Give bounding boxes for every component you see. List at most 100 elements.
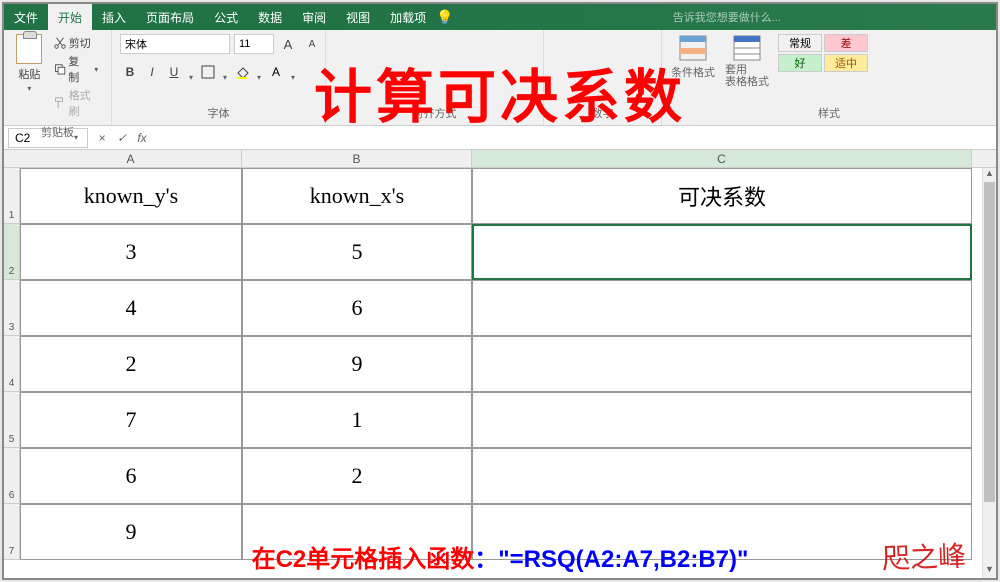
cell-C1[interactable]: 可决系数 [472, 168, 972, 224]
paste-button[interactable]: 粘贴 ▾ [12, 34, 47, 93]
table-icon [732, 34, 762, 62]
borders-button[interactable] [198, 62, 218, 82]
cell-B4[interactable]: 9 [242, 336, 472, 392]
group-alignment: 对齐方式 [326, 30, 544, 125]
group-alignment-label: 对齐方式 [334, 101, 535, 125]
table-fmt-label: 套用 表格格式 [725, 64, 769, 88]
cell-B3[interactable]: 6 [242, 280, 472, 336]
chevron-down-icon[interactable]: ▾ [254, 62, 264, 82]
cell-B2[interactable]: 5 [242, 224, 472, 280]
tab-file[interactable]: 文件 [4, 4, 48, 30]
cell-A1[interactable]: known_y's [20, 168, 242, 224]
format-painter-button[interactable]: 格式刷 [51, 86, 103, 120]
cell-B5[interactable]: 1 [242, 392, 472, 448]
cell-A3[interactable]: 4 [20, 280, 242, 336]
enter-formula-button[interactable]: ✓ [112, 131, 132, 145]
group-clipboard: 粘贴 ▾ 剪切 复制▾ 格式刷 [4, 30, 112, 125]
group-clipboard-label: 剪贴板 [12, 120, 103, 144]
row-header[interactable]: 3 [4, 280, 20, 336]
cut-button[interactable]: 剪切 [51, 34, 103, 52]
format-as-table-button[interactable]: 套用 表格格式 [724, 34, 770, 88]
font-name-select[interactable] [120, 34, 230, 54]
cell-A4[interactable]: 2 [20, 336, 242, 392]
formula-input[interactable] [152, 128, 996, 148]
group-styles: 条件格式 套用 表格格式 常规 差 好 适中 样式 [662, 30, 996, 125]
column-header-A[interactable]: A [20, 150, 242, 167]
cell-style-bad[interactable]: 差 [824, 34, 868, 52]
font-size-select[interactable] [234, 34, 274, 54]
tab-formulas[interactable]: 公式 [204, 4, 248, 30]
paintbrush-icon [53, 96, 67, 110]
tab-addins[interactable]: 加载项 [380, 4, 436, 30]
ribbon: 计算可决系数 粘贴 ▾ 剪切 复制▾ [4, 30, 996, 126]
cell-C3[interactable] [472, 280, 972, 336]
scrollbar-thumb[interactable] [984, 182, 995, 502]
formula-bar-row: C2 ▾ × ✓ fx [4, 126, 996, 150]
chevron-down-icon[interactable]: ▾ [288, 62, 298, 82]
copy-icon [53, 62, 66, 76]
cell-C5[interactable] [472, 392, 972, 448]
chevron-down-icon: ▾ [24, 84, 34, 93]
copy-button[interactable]: 复制▾ [51, 52, 103, 86]
chevron-down-icon[interactable]: ▾ [220, 62, 230, 82]
chevron-down-icon[interactable]: ▾ [186, 62, 196, 82]
row-header[interactable]: 6 [4, 448, 20, 504]
tell-me-lightbulb-icon: 💡 [436, 9, 453, 26]
tab-data[interactable]: 数据 [248, 4, 292, 30]
cell-B6[interactable]: 2 [242, 448, 472, 504]
tab-review[interactable]: 审阅 [292, 4, 336, 30]
group-font: A A B I U ▾ ▾ ▾ A ▾ 字体 [112, 30, 326, 125]
scroll-up-arrow[interactable]: ▲ [983, 168, 996, 182]
cell-A5[interactable]: 7 [20, 392, 242, 448]
copy-label: 复制 [68, 53, 89, 85]
tab-home[interactable]: 开始 [48, 4, 92, 30]
group-number-label: 数字 [552, 101, 653, 125]
row-header[interactable]: 1 [4, 168, 20, 224]
fill-color-button[interactable] [232, 62, 252, 82]
bold-button[interactable]: B [120, 62, 140, 82]
tab-page-layout[interactable]: 页面布局 [136, 4, 204, 30]
cond-format-icon [678, 34, 708, 62]
instruction-caption: 在C2单元格插入函数："=RSQ(A2:A7,B2:B7)" [4, 539, 996, 574]
tab-view[interactable]: 视图 [336, 4, 380, 30]
cell-C4[interactable] [472, 336, 972, 392]
group-font-label: 字体 [120, 101, 317, 125]
cond-fmt-label: 条件格式 [671, 64, 715, 80]
tell-me-prompt[interactable]: 告诉我您想要做什么... [458, 9, 996, 25]
tab-insert[interactable]: 插入 [92, 4, 136, 30]
conditional-formatting-button[interactable]: 条件格式 [670, 34, 716, 80]
clipboard-icon [16, 34, 42, 64]
caption-lead: 在C2单元格插入函数 [252, 546, 475, 573]
row-header[interactable]: 2 [4, 224, 20, 280]
paste-label: 粘贴 [18, 66, 40, 82]
caption-tail: ："=RSQ(A2:A7,B2:B7)" [474, 546, 748, 573]
column-header-C[interactable]: C [472, 150, 972, 167]
format-painter-label: 格式刷 [69, 87, 101, 119]
border-icon [201, 65, 215, 79]
cell-style-normal[interactable]: 常规 [778, 34, 822, 52]
scissors-icon [53, 36, 67, 50]
vertical-scrollbar[interactable]: ▲ ▼ [982, 168, 996, 578]
insert-function-button[interactable]: fx [132, 131, 152, 145]
cell-A2[interactable]: 3 [20, 224, 242, 280]
row-header[interactable]: 5 [4, 392, 20, 448]
font-color-button[interactable]: A [266, 62, 286, 82]
spreadsheet: ABC 1known_y'sknown_x's可决系数2353464295716… [4, 150, 996, 578]
group-styles-label: 样式 [670, 101, 988, 125]
cell-style-good[interactable]: 好 [778, 54, 822, 72]
ribbon-tabs: 文件 开始 插入 页面布局 公式 数据 审阅 视图 加载项 💡 告诉我您想要做什… [4, 4, 996, 30]
cell-A6[interactable]: 6 [20, 448, 242, 504]
italic-button[interactable]: I [142, 62, 162, 82]
decrease-font-button[interactable]: A [302, 34, 322, 54]
cell-B1[interactable]: known_x's [242, 168, 472, 224]
group-number: 数字 [544, 30, 662, 125]
row-header[interactable]: 4 [4, 336, 20, 392]
column-header-B[interactable]: B [242, 150, 472, 167]
increase-font-button[interactable]: A [278, 34, 298, 54]
select-all-triangle[interactable] [4, 150, 20, 167]
underline-button[interactable]: U [164, 62, 184, 82]
cell-C2[interactable] [472, 224, 972, 280]
paint-bucket-icon [235, 65, 249, 79]
cell-style-neutral[interactable]: 适中 [824, 54, 868, 72]
cell-C6[interactable] [472, 448, 972, 504]
